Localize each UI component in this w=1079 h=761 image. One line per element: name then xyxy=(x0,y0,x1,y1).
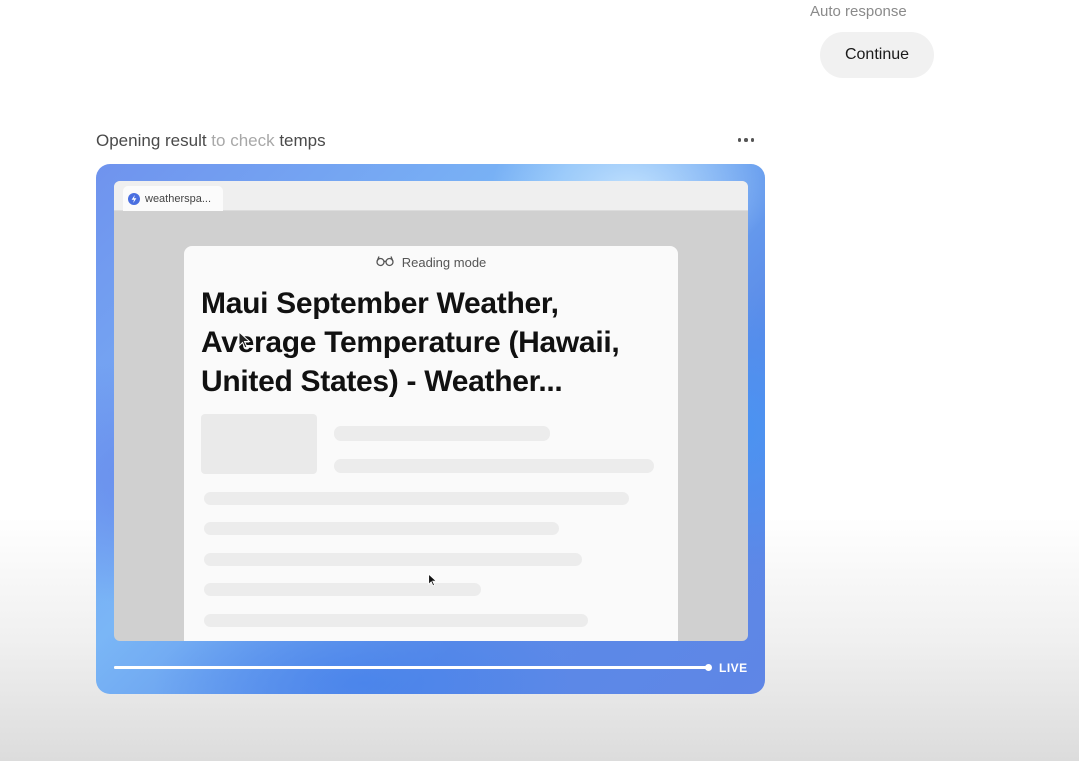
tab-label: weatherspa... xyxy=(145,192,212,205)
live-indicator[interactable]: LIVE xyxy=(719,661,748,675)
article-title: Maui September Weather, Average Temperat… xyxy=(201,287,620,398)
skeleton-line xyxy=(334,426,550,441)
step-title-faded: to check xyxy=(211,131,275,150)
reading-mode-indicator[interactable]: Reading mode xyxy=(184,255,678,270)
skeleton-line xyxy=(204,522,559,535)
ellipsis-icon-dot xyxy=(744,138,748,142)
weatherspark-favicon-icon xyxy=(128,192,140,205)
auto-response-label: Auto response xyxy=(810,3,907,20)
browser-window: weatherspa... Reading mode Maui Septembe… xyxy=(114,181,748,641)
tab-bar: weatherspa... xyxy=(114,181,748,211)
step-title: Opening result to check temps xyxy=(96,131,326,151)
playback-progress-bar[interactable] xyxy=(114,664,712,671)
glasses-icon xyxy=(376,255,394,270)
skeleton-line xyxy=(204,553,582,566)
more-options-button[interactable] xyxy=(733,128,759,152)
skeleton-line xyxy=(204,583,481,596)
step-title-end: temps xyxy=(274,131,326,150)
mouse-pointer-icon xyxy=(428,573,438,587)
live-browser-card: weatherspa... Reading mode Maui Septembe… xyxy=(96,164,765,694)
ellipsis-icon xyxy=(737,138,742,142)
reading-mode-label: Reading mode xyxy=(401,255,487,270)
skeleton-line xyxy=(204,614,588,627)
ellipsis-icon-dot xyxy=(750,138,755,142)
skeleton-line xyxy=(204,492,629,505)
agent-cursor-icon xyxy=(238,331,251,349)
browser-tab[interactable]: weatherspa... xyxy=(123,186,223,211)
progress-knob[interactable] xyxy=(705,664,712,671)
skeleton-line xyxy=(334,459,654,473)
skeleton-thumbnail xyxy=(201,414,317,474)
progress-fill xyxy=(114,666,708,669)
continue-button[interactable]: Continue xyxy=(820,32,934,78)
step-title-start: Opening result xyxy=(96,131,212,150)
